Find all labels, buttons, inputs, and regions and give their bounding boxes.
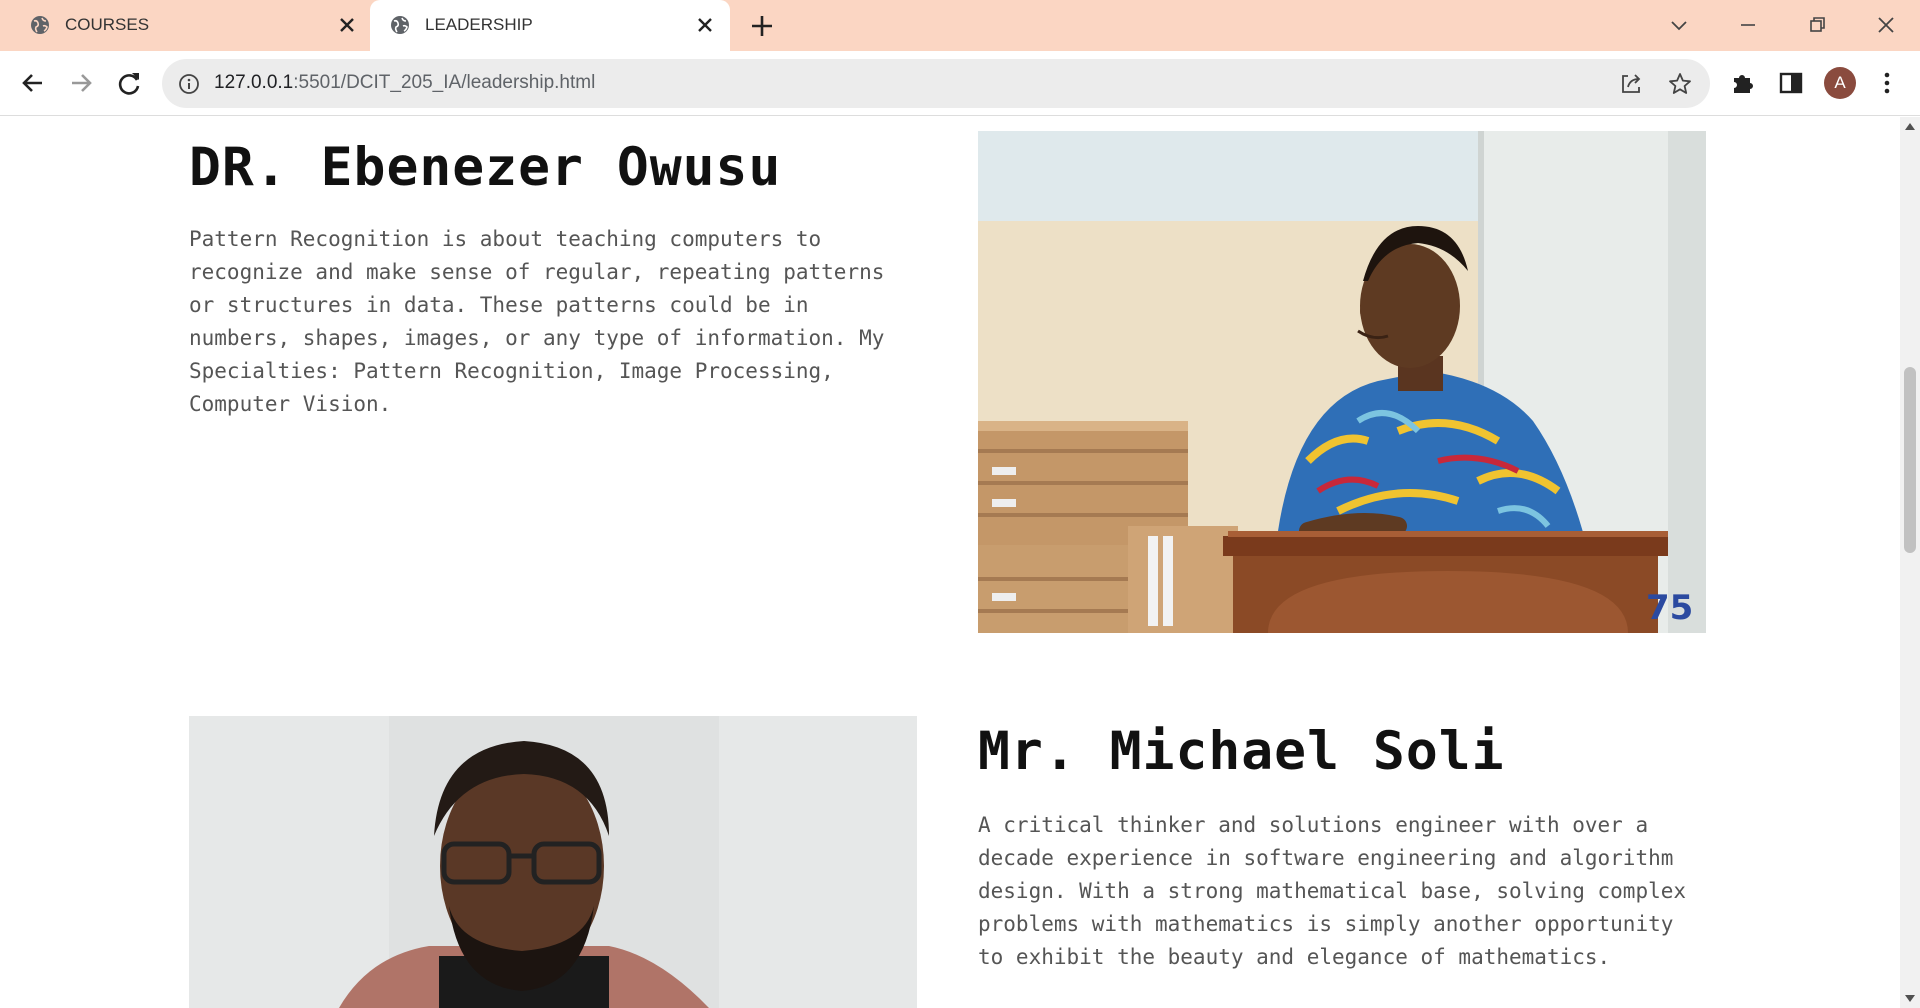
globe-icon	[391, 16, 409, 34]
leader-name: Mr. Michael Soli	[978, 721, 1505, 782]
podium	[1223, 531, 1668, 633]
kebab-menu-icon[interactable]	[1872, 68, 1902, 98]
side-panel-icon[interactable]	[1776, 68, 1806, 98]
url-path: :5501/DCIT_205_IA/leadership.html	[293, 72, 596, 93]
info-icon[interactable]	[178, 73, 200, 95]
photo-badge: 75	[1646, 588, 1693, 628]
leader-bio: A critical thinker and solutions enginee…	[978, 813, 1687, 969]
close-icon[interactable]	[693, 13, 717, 37]
scrollbar-thumb[interactable]	[1904, 367, 1916, 553]
tab-courses[interactable]: COURSES	[0, 0, 370, 51]
url-host: 127.0.0.1	[214, 72, 294, 93]
address-bar[interactable]: 127.0.0.1:5501/DCIT_205_IA/leadership.ht…	[162, 59, 1710, 108]
browser-toolbar: 127.0.0.1:5501/DCIT_205_IA/leadership.ht…	[0, 51, 1920, 116]
url-text[interactable]: 127.0.0.1:5501/DCIT_205_IA/leadership.ht…	[214, 72, 595, 94]
avatar[interactable]: A	[1824, 67, 1856, 99]
back-arrow-icon[interactable]	[17, 67, 49, 99]
forward-arrow-icon[interactable]	[65, 67, 97, 99]
leader-photo-owusu: 75	[978, 131, 1706, 633]
puzzle-icon[interactable]	[1728, 68, 1758, 98]
restore-icon[interactable]	[1802, 10, 1832, 40]
tab-label: COURSES	[65, 15, 150, 34]
globe-icon	[31, 16, 49, 34]
leader-name: DR. Ebenezer Owusu	[189, 137, 782, 198]
share-icon[interactable]	[1618, 71, 1644, 97]
leader-photo-soli	[189, 716, 917, 1008]
leader-bio: Pattern Recognition is about teaching co…	[189, 227, 885, 416]
vertical-scrollbar[interactable]	[1900, 117, 1920, 1008]
tab-strip: COURSES LEADERSHIP	[0, 0, 1920, 51]
chevron-down-icon[interactable]	[1664, 10, 1694, 40]
plus-icon[interactable]	[748, 12, 776, 40]
minimize-icon[interactable]	[1733, 10, 1763, 40]
reload-icon[interactable]	[113, 67, 145, 99]
page-viewport: DR. Ebenezer Owusu Pattern Recognition i…	[0, 117, 1900, 1008]
scroll-up-icon[interactable]	[1905, 123, 1915, 130]
scroll-down-icon[interactable]	[1905, 995, 1915, 1002]
window-close-icon[interactable]	[1871, 10, 1901, 40]
close-icon[interactable]	[335, 13, 359, 37]
tab-leadership[interactable]: LEADERSHIP	[370, 0, 730, 51]
star-icon[interactable]	[1667, 71, 1693, 97]
tab-label: LEADERSHIP	[425, 15, 533, 34]
